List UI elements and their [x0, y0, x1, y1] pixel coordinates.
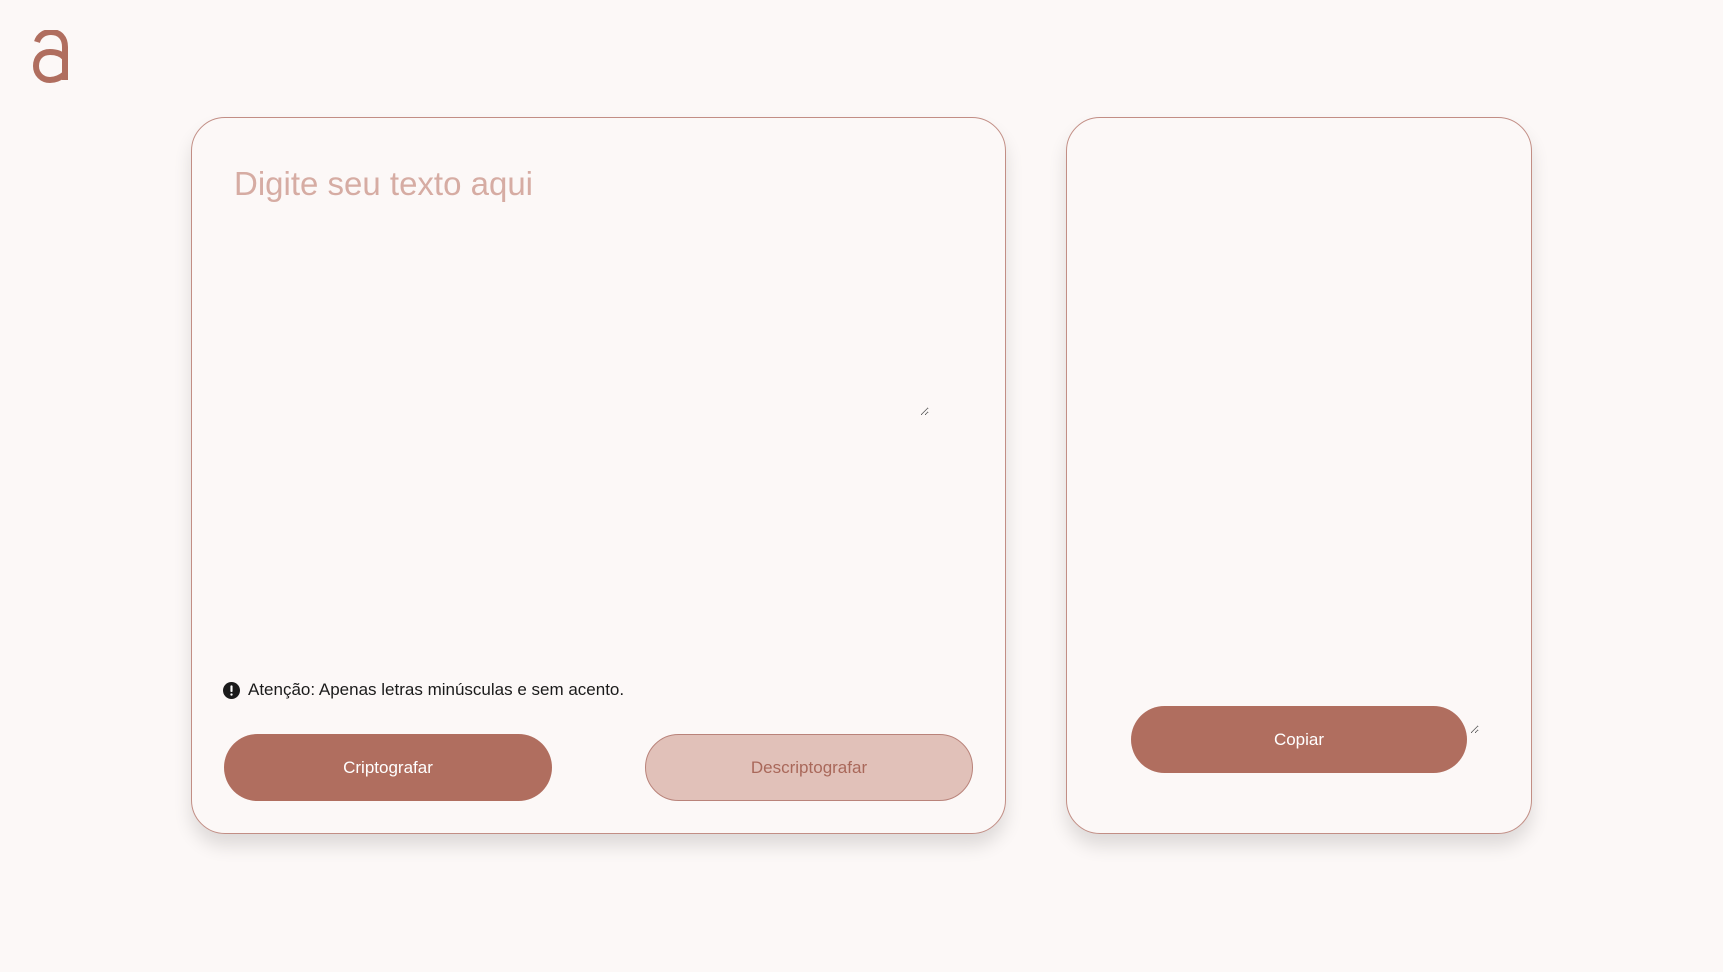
exclamation-circle-icon	[223, 681, 240, 699]
decrypt-button[interactable]: Descriptografar	[645, 734, 973, 801]
input-card: Atenção: Apenas letras minúsculas e sem …	[191, 117, 1006, 834]
warning-message: Atenção: Apenas letras minúsculas e sem …	[223, 680, 624, 700]
warning-text: Atenção: Apenas letras minúsculas e sem …	[248, 680, 625, 699]
logo-a-icon	[33, 30, 68, 84]
output-card: Copiar	[1066, 117, 1532, 834]
copy-button[interactable]: Copiar	[1131, 706, 1467, 773]
encrypt-button[interactable]: Criptografar	[224, 734, 552, 801]
output-text[interactable]	[1109, 162, 1479, 734]
text-input[interactable]	[234, 164, 929, 416]
